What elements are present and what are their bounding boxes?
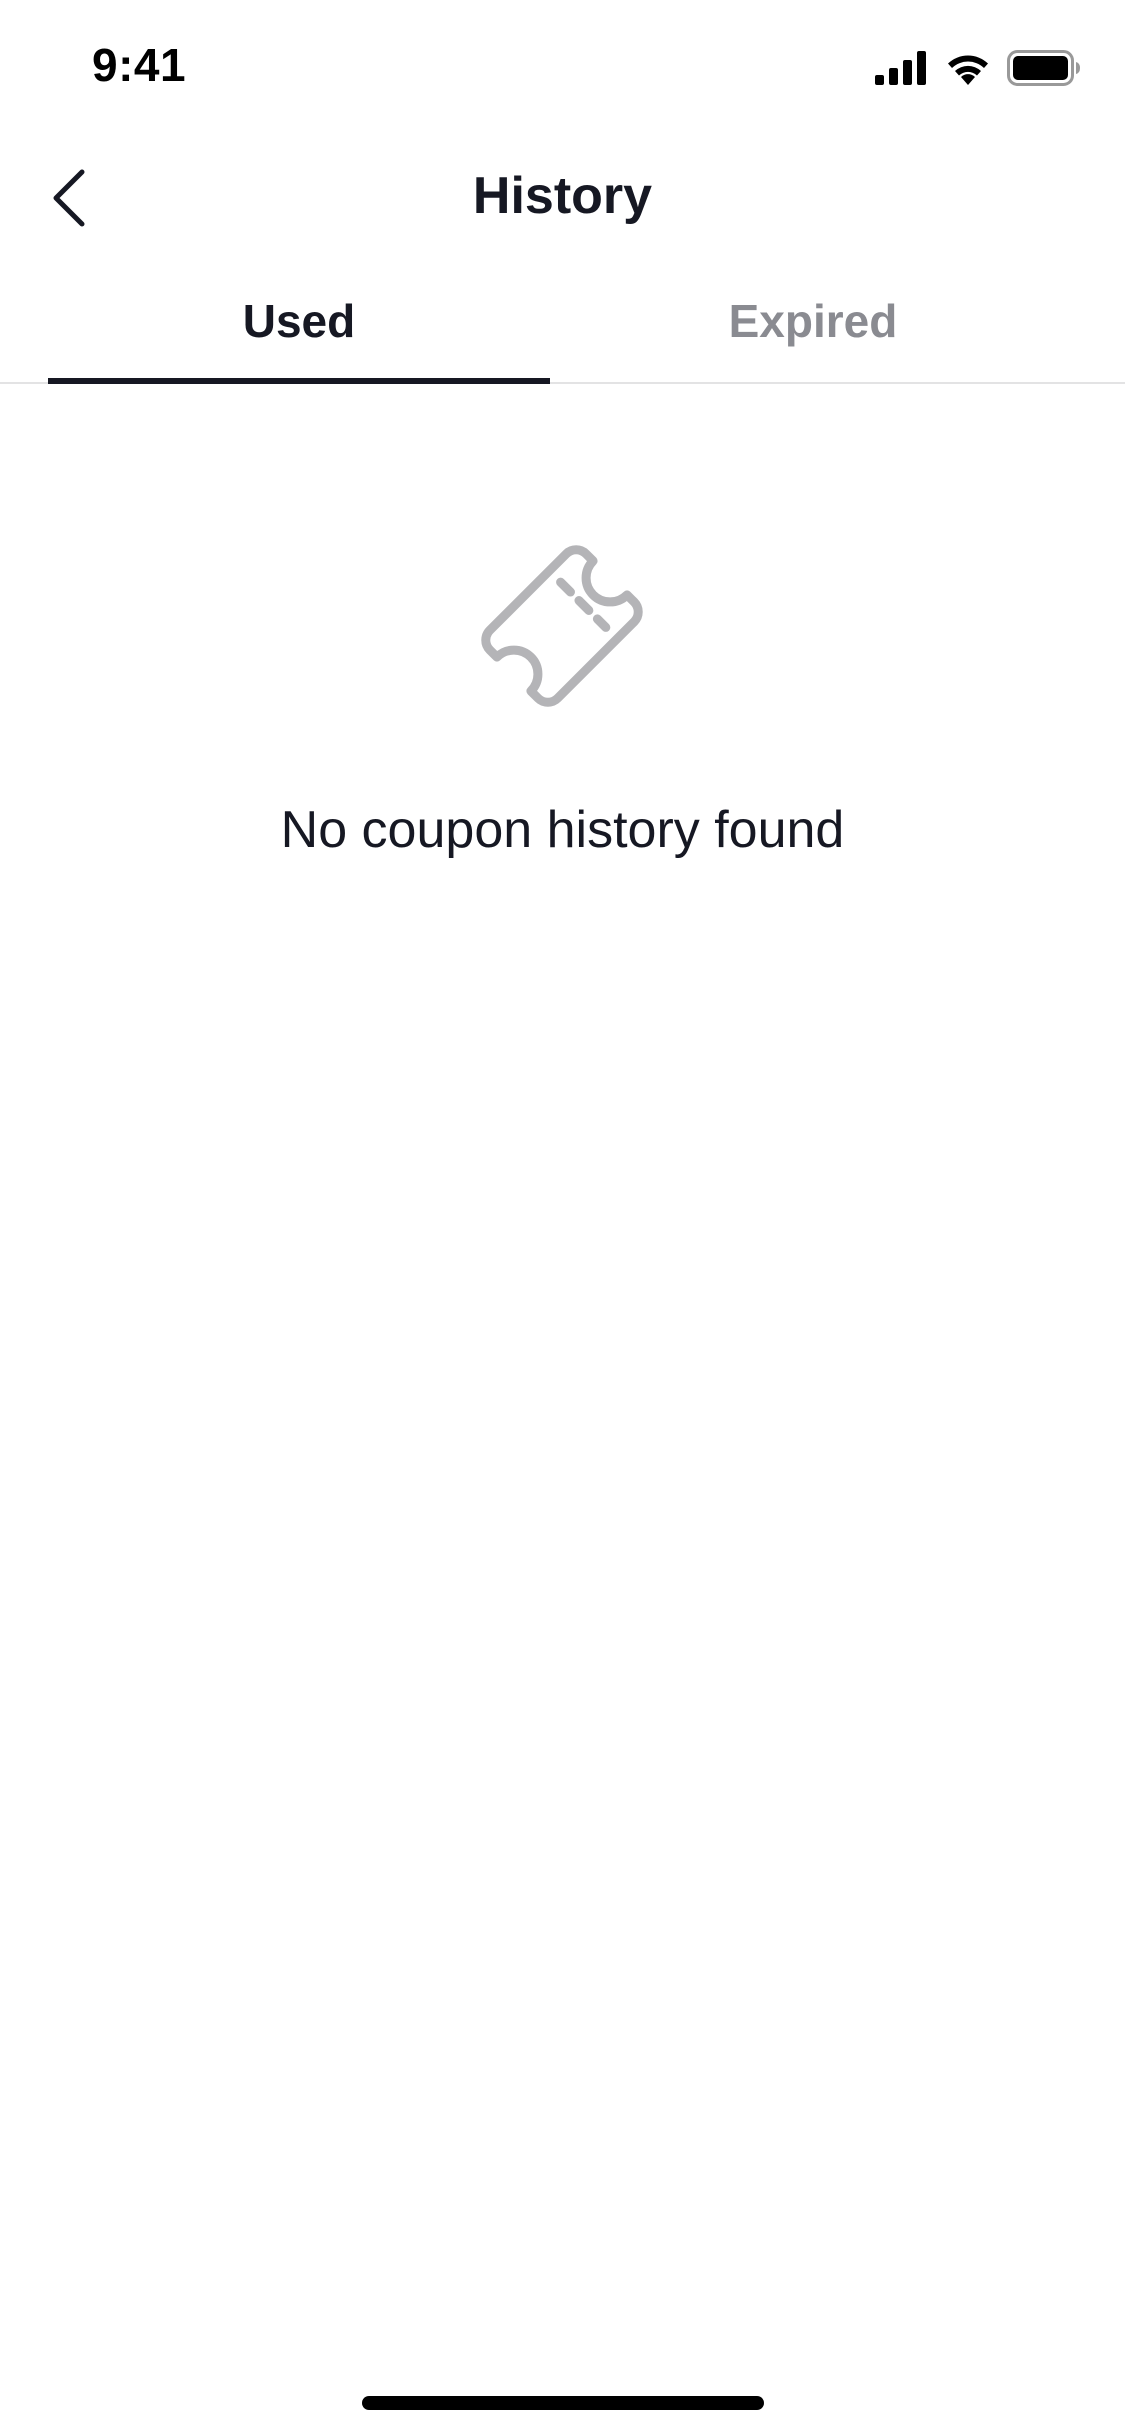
tab-expired[interactable]: Expired (562, 264, 1064, 382)
empty-state-message: No coupon history found (280, 801, 845, 859)
status-bar: 9:41 (0, 0, 1125, 132)
page-title: History (472, 167, 653, 225)
navigation-bar: History (0, 132, 1125, 264)
status-icons (875, 48, 1081, 88)
cellular-signal-icon (875, 51, 929, 85)
battery-icon (1007, 50, 1081, 86)
tab-bar: Used Expired (0, 264, 1125, 384)
coupon-ticket-icon (452, 516, 672, 736)
tab-used[interactable]: Used (48, 264, 550, 382)
home-indicator[interactable] (362, 2396, 764, 2410)
wifi-icon (945, 51, 991, 85)
status-time: 9:41 (92, 39, 187, 91)
tab-selected-indicator (48, 378, 550, 384)
